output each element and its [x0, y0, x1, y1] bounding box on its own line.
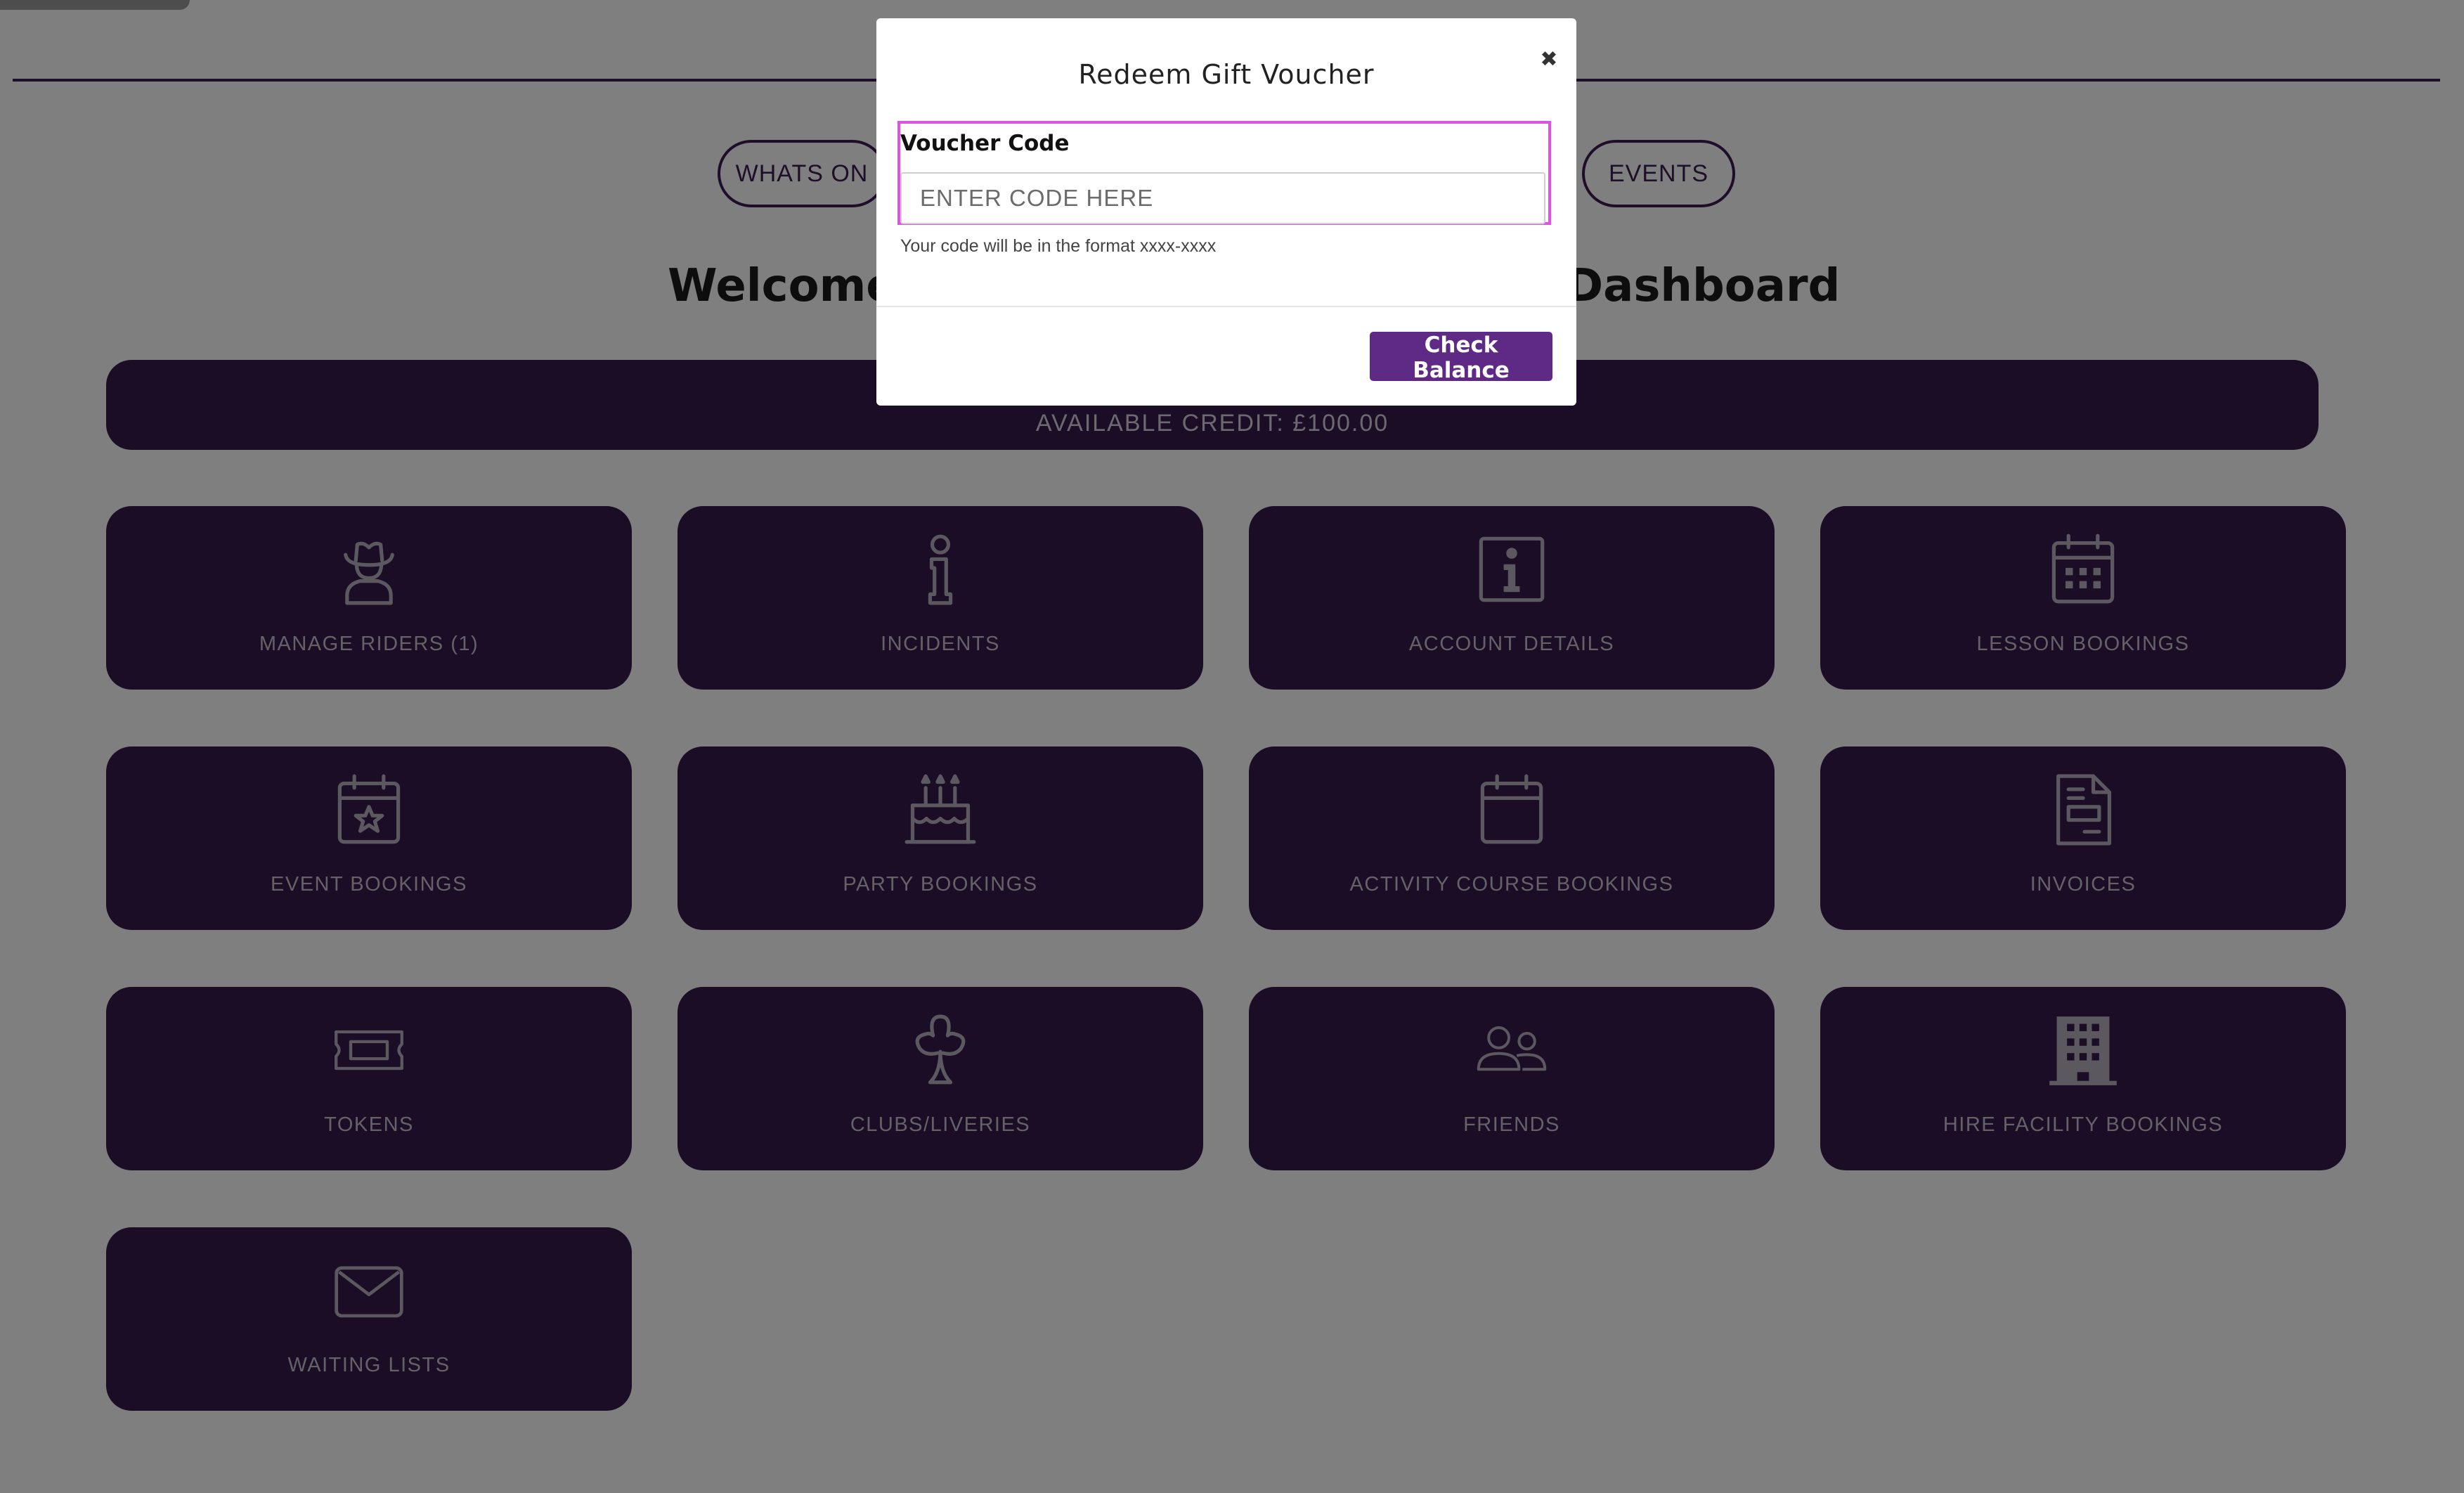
- check-balance-button[interactable]: Check Balance: [1370, 332, 1552, 383]
- modal-footer-divider: [876, 306, 1576, 307]
- voucher-code-input[interactable]: [900, 172, 1545, 224]
- close-icon[interactable]: ✖: [1537, 48, 1561, 72]
- voucher-format-hint: Your code will be in the format xxxx-xxx…: [900, 236, 1217, 256]
- voucher-code-label: Voucher Code: [900, 131, 1070, 156]
- modal-title: Redeem Gift Voucher: [1078, 59, 1375, 90]
- redeem-gift-voucher-modal: Redeem Gift Voucher ✖ Voucher Code Your …: [876, 18, 1576, 406]
